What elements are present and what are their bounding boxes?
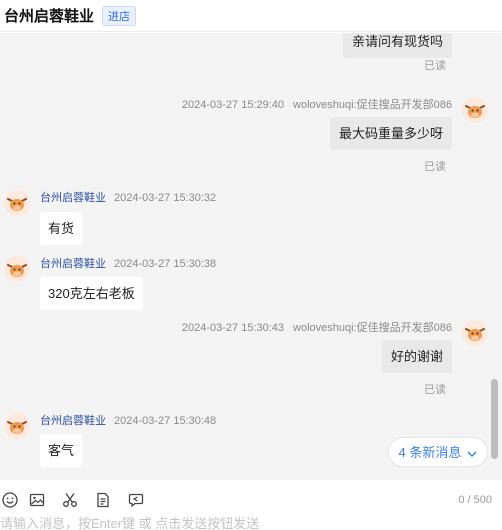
char-counter: 0 / 500 xyxy=(458,494,492,506)
avatar[interactable] xyxy=(4,190,30,216)
smile-icon xyxy=(2,492,18,508)
message-bubble: 有货 xyxy=(40,212,83,245)
chevron-down-icon xyxy=(467,451,477,457)
enter-shop-button[interactable]: 进店 xyxy=(102,5,137,26)
input-toolbar: 0 / 500 xyxy=(0,481,502,519)
history-icon xyxy=(128,493,143,508)
shop-name: 台州启蓉鞋业 xyxy=(4,8,95,25)
cow-avatar-icon xyxy=(462,97,488,123)
message-time: 2024-03-27 15:30:38 xyxy=(114,258,217,270)
cow-avatar-icon xyxy=(462,320,488,346)
avatar[interactable] xyxy=(4,413,30,439)
read-status: 已读 xyxy=(424,60,446,72)
message-sender: woloveshuqi:促佳搜品开发部086 xyxy=(293,322,452,334)
emoji-button[interactable] xyxy=(0,485,20,515)
quick-reply-button[interactable] xyxy=(86,485,119,515)
new-messages-label: 4 条新消息 xyxy=(398,445,462,460)
message-meta: 台州启蓉鞋业 2024-03-27 15:30:38 xyxy=(40,255,216,271)
image-button[interactable] xyxy=(20,485,53,515)
cow-avatar-icon xyxy=(4,190,30,216)
avatar[interactable] xyxy=(4,256,30,282)
message-sender: 台州启蓉鞋业 xyxy=(40,258,106,270)
message-meta: 2024-03-27 15:30:43 woloveshuqi:促佳搜品开发部08… xyxy=(182,319,452,335)
message-time: 2024-03-27 15:29:40 xyxy=(181,99,285,111)
message-time: 2024-03-27 15:30:32 xyxy=(114,192,217,204)
scissors-icon xyxy=(62,493,77,507)
message-time: 2024-03-27 15:30:43 xyxy=(181,322,285,334)
message-input[interactable] xyxy=(0,516,502,530)
message-meta: 台州启蓉鞋业 2024-03-27 15:30:48 xyxy=(40,412,216,428)
message-bubble: 亲请问有现货吗 xyxy=(342,33,452,58)
message-sender: 台州启蓉鞋业 xyxy=(40,415,106,427)
image-icon xyxy=(29,493,44,507)
new-messages-button[interactable]: 4 条新消息 xyxy=(387,437,488,467)
cow-avatar-icon xyxy=(4,256,30,282)
avatar[interactable] xyxy=(462,97,488,123)
message-sender: woloveshuqi:促佳搜品开发部086 xyxy=(293,99,452,111)
chat-header: 台州启蓉鞋业 进店 xyxy=(0,0,502,32)
chat-scrollbar[interactable] xyxy=(491,379,498,459)
message-time: 2024-03-27 15:30:48 xyxy=(114,415,217,427)
message-bubble: 320克左右老板 xyxy=(40,277,143,310)
history-button[interactable] xyxy=(119,485,152,515)
read-status: 已读 xyxy=(424,384,446,396)
message-sender: 台州启蓉鞋业 xyxy=(40,192,106,204)
message-bubble: 客气 xyxy=(40,434,83,467)
message-meta: 2024-03-27 15:29:40 woloveshuqi:促佳搜品开发部08… xyxy=(182,96,452,112)
avatar[interactable] xyxy=(462,320,488,346)
cow-avatar-icon xyxy=(4,413,30,439)
read-status: 已读 xyxy=(424,161,446,173)
file-icon xyxy=(96,492,109,508)
chat-message-list[interactable]: 亲请问有现货吗 已读 2024-03-27 15:29:40 woloveshuq… xyxy=(0,33,502,480)
message-bubble: 最大码重量多少呀 xyxy=(329,117,452,150)
message-bubble: 好的谢谢 xyxy=(381,340,452,373)
message-meta: 台州启蓉鞋业 2024-03-27 15:30:32 xyxy=(40,189,216,205)
screenshot-button[interactable] xyxy=(53,485,86,515)
